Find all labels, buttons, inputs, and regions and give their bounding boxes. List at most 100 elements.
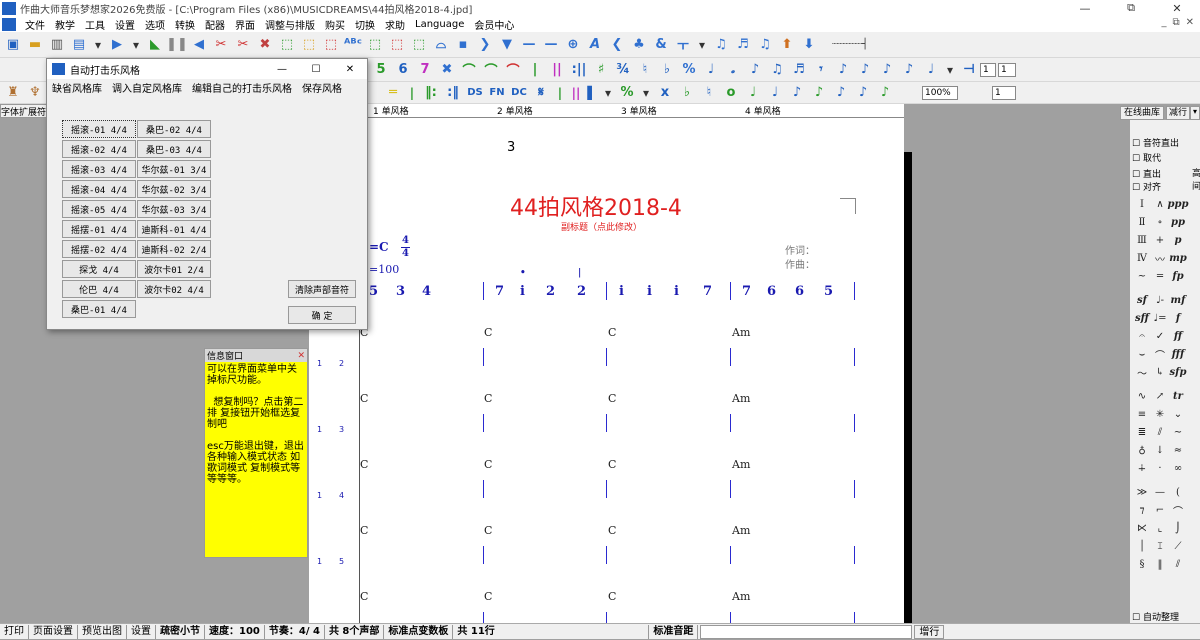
dialog-maximize-button[interactable]: ☐	[299, 64, 333, 75]
clear-voice-notes-button[interactable]: 清除声部音符	[288, 280, 356, 298]
composer-label[interactable]: 作曲：	[785, 256, 815, 271]
tempo-status[interactable]: 速度：100	[205, 624, 265, 639]
mark-icon[interactable]: ⬚	[386, 35, 408, 55]
mdi-restore-button[interactable]: ⧉	[1172, 17, 1179, 28]
natural-icon[interactable]: ♮	[634, 60, 656, 80]
check-align[interactable]: ☐ 对齐	[1132, 180, 1161, 193]
ok-button[interactable]: 确 定	[288, 306, 356, 324]
sharp-icon[interactable]: ♯	[590, 60, 612, 80]
note[interactable]: 6	[767, 284, 776, 299]
p-icon[interactable]: p	[1170, 232, 1186, 248]
note-beam3-icon[interactable]: ♫	[754, 35, 776, 55]
menu-teach[interactable]: 教学	[50, 17, 80, 32]
dot-plus-icon[interactable]: ∔	[1134, 460, 1150, 476]
voice-spin-2[interactable]: 1	[998, 63, 1016, 77]
spin-down-icon[interactable]: ▾	[1190, 106, 1200, 120]
slant-icon[interactable]: ⟋	[1170, 538, 1186, 554]
trill-wave-icon[interactable]: 〜	[1134, 364, 1150, 380]
document-icon[interactable]	[2, 17, 16, 31]
fn-icon[interactable]: FN	[486, 83, 508, 103]
bar-dropdown-icon[interactable]: ▾	[600, 83, 616, 103]
note-5-icon[interactable]: 5	[370, 60, 392, 80]
end-bar-icon[interactable]: ▌	[584, 83, 600, 103]
quarter-note2-icon[interactable]: ♩	[920, 60, 942, 80]
style-button[interactable]: 华尔兹-01 3/4	[137, 160, 211, 178]
style-button[interactable]: 桑巴-02 4/4	[137, 120, 211, 138]
tremolo-icon[interactable]: ∿	[1134, 388, 1150, 404]
repeat-end-icon[interactable]: :‖	[442, 83, 464, 103]
repeat-sign-icon[interactable]: %	[616, 83, 638, 103]
gliss-icon[interactable]: ~	[1134, 268, 1150, 284]
chord[interactable]: C	[360, 458, 368, 471]
chevron-icon[interactable]: ⌄	[1170, 406, 1186, 422]
ff-icon[interactable]: ff	[1170, 328, 1186, 344]
lyricist-label[interactable]: 作词：	[785, 242, 815, 257]
repeat-dropdown-icon[interactable]: ▾	[638, 83, 654, 103]
circle-icon[interactable]: ∘	[1152, 214, 1168, 230]
roman-2-icon[interactable]: Ⅱ	[1134, 214, 1150, 230]
style-button[interactable]: 摇滚-02 4/4	[62, 140, 136, 158]
export-icon[interactable]: ⬆	[776, 35, 798, 55]
mordent-icon[interactable]: ♁	[1134, 442, 1150, 458]
style-button[interactable]: 摇滚-05 4/4	[62, 200, 136, 218]
style-button[interactable]: 摇滚-03 4/4	[62, 160, 136, 178]
save-icon[interactable]: ▣	[2, 35, 24, 55]
sff-icon[interactable]: sff	[1134, 310, 1150, 326]
tilde-icon[interactable]: ∼	[1170, 424, 1186, 440]
rest-x-icon[interactable]: ✖	[436, 60, 458, 80]
chord[interactable]: C	[608, 524, 616, 537]
hook2-icon[interactable]: ⌡	[1170, 520, 1186, 536]
note-7-icon[interactable]: 7	[414, 60, 436, 80]
parallel-icon[interactable]: ‖	[1152, 556, 1168, 572]
crosshair-icon[interactable]: ⊕	[562, 35, 584, 55]
flat2-icon[interactable]: ♭	[676, 83, 698, 103]
repeat-start-icon[interactable]: ‖:	[420, 83, 442, 103]
dotted-note-icon[interactable]: ♪	[854, 60, 876, 80]
line-short-icon[interactable]: —	[518, 35, 540, 55]
time-sig-icon[interactable]: ¾	[612, 60, 634, 80]
style-button[interactable]: 波尔卡02 4/4	[137, 280, 211, 298]
chord[interactable]: Am	[732, 590, 750, 603]
guitar-icon[interactable]: ♆	[24, 83, 46, 103]
style-button[interactable]: 摇滚-04 4/4	[62, 180, 136, 198]
menu-default-library[interactable]: 缺省风格库	[47, 80, 107, 95]
percent-icon[interactable]: %	[678, 60, 700, 80]
note[interactable]: 7	[703, 284, 712, 299]
triplet-icon[interactable]: ⌒	[502, 60, 524, 80]
chord[interactable]: C	[360, 590, 368, 603]
note-dash-icon[interactable]: ♩-	[1152, 292, 1168, 308]
add-line-button[interactable]: 增行	[914, 624, 945, 639]
dialog-minimize-button[interactable]: —	[265, 64, 299, 75]
equal-icon[interactable]: ═	[1152, 268, 1168, 284]
score-page[interactable]: 3 44拍风格2018-4 副标题（点此修改） =C 4 4 =100 作词： …	[309, 118, 904, 631]
wave-icon[interactable]: 〰	[1152, 250, 1168, 266]
slash-icon[interactable]: ⫽	[1152, 424, 1168, 440]
tie2-icon[interactable]: ⌒	[480, 60, 502, 80]
natural2-icon[interactable]: ♮	[698, 83, 720, 103]
chevron-down-icon[interactable]: ▼	[496, 35, 518, 55]
fall-icon[interactable]: ⌞	[1152, 520, 1168, 536]
score-subtitle[interactable]: 副标题（点此修改）	[561, 220, 642, 233]
dot-icon[interactable]: ·	[1152, 460, 1168, 476]
style-button[interactable]: 桑巴-01 4/4	[62, 300, 136, 318]
roman-3-icon[interactable]: Ⅲ	[1134, 232, 1150, 248]
turn-icon[interactable]: ⌣	[1134, 346, 1150, 362]
sixteenth-note2-icon[interactable]: ♪	[808, 83, 830, 103]
font-extension-tab[interactable]: 字体扩展符	[0, 104, 48, 118]
ampersand-icon[interactable]: &	[650, 35, 672, 55]
edit-icon[interactable]: ⬚	[408, 35, 430, 55]
curve-icon[interactable]: ⌒	[1170, 502, 1186, 518]
accent-icon[interactable]: ∧	[1152, 196, 1168, 212]
score-title[interactable]: 44拍风格2018-4	[510, 190, 682, 222]
rewind-icon[interactable]: ◀	[188, 35, 210, 55]
chord[interactable]: C	[608, 326, 616, 339]
quarter-note3-icon[interactable]: ♩	[764, 83, 786, 103]
menu-layout[interactable]: 调整与排版	[260, 17, 320, 32]
ds-icon[interactable]: DS	[464, 83, 486, 103]
check-icon[interactable]: ✓	[1152, 328, 1168, 344]
harmonic-icon[interactable]: ⋉	[1134, 520, 1150, 536]
bar-green-icon[interactable]: |	[404, 83, 420, 103]
vbar-icon[interactable]: │	[1134, 538, 1150, 554]
fermata-icon[interactable]: 𝄐	[1134, 328, 1150, 344]
infinity-icon[interactable]: ∞	[1170, 460, 1186, 476]
